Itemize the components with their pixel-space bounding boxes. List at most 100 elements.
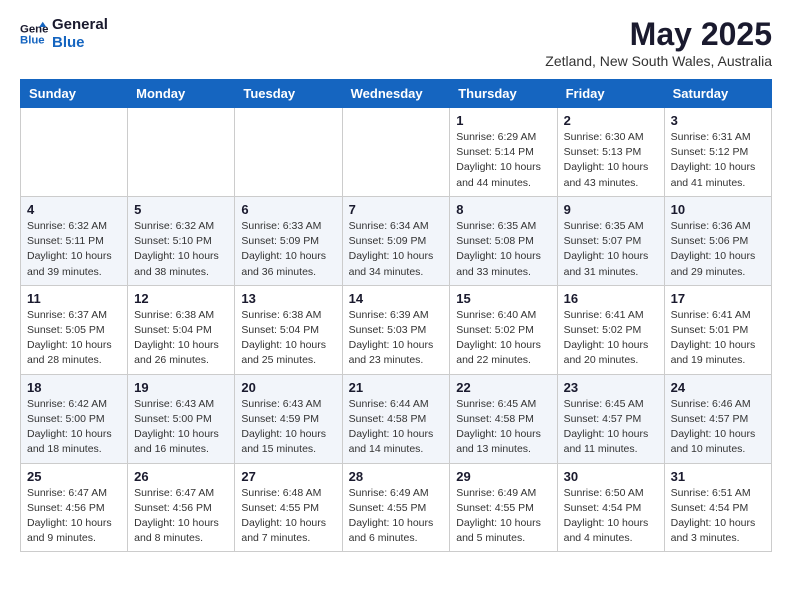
day-info: Sunrise: 6:38 AM Sunset: 5:04 PM Dayligh… [134,308,228,369]
week-row-4: 18Sunrise: 6:42 AM Sunset: 5:00 PM Dayli… [21,374,772,463]
day-number: 13 [241,291,335,306]
day-number: 30 [564,469,658,484]
day-info: Sunrise: 6:33 AM Sunset: 5:09 PM Dayligh… [241,219,335,280]
logo: General Blue General Blue [20,16,108,52]
day-number: 28 [349,469,444,484]
day-number: 29 [456,469,550,484]
day-number: 15 [456,291,550,306]
calendar-cell: 7Sunrise: 6:34 AM Sunset: 5:09 PM Daylig… [342,196,450,285]
calendar-cell: 1 Sunrise: 6:29 AM Sunset: 5:14 PM Daylig… [450,108,557,197]
day-number: 12 [134,291,228,306]
day-number: 23 [564,380,658,395]
day-info: Sunrise: 6:45 AM Sunset: 4:57 PM Dayligh… [564,397,658,458]
day-number: 8 [456,202,550,217]
day-info: Sunrise: 6:43 AM Sunset: 5:00 PM Dayligh… [134,397,228,458]
calendar-cell: 5Sunrise: 6:32 AM Sunset: 5:10 PM Daylig… [128,196,235,285]
day-info: Sunrise: 6:47 AM Sunset: 4:56 PM Dayligh… [134,486,228,547]
week-row-3: 11 Sunrise: 6:37 AM Sunset: 5:05 PM Dayli… [21,285,772,374]
day-info: Sunrise: 6:42 AM Sunset: 5:00 PM Dayligh… [27,397,121,458]
calendar-cell: 19 Sunrise: 6:43 AM Sunset: 5:00 PM Dayli… [128,374,235,463]
day-info: Sunrise: 6:37 AM Sunset: 5:05 PM Dayligh… [27,308,121,369]
calendar-cell: 12 Sunrise: 6:38 AM Sunset: 5:04 PM Dayli… [128,285,235,374]
calendar-cell: 9Sunrise: 6:35 AM Sunset: 5:07 PM Daylig… [557,196,664,285]
day-info: Sunrise: 6:45 AM Sunset: 4:58 PM Dayligh… [456,397,550,458]
day-info: Sunrise: 6:29 AM Sunset: 5:14 PM Dayligh… [456,130,550,191]
calendar-cell [21,108,128,197]
calendar-cell: 2Sunrise: 6:30 AM Sunset: 5:13 PM Daylig… [557,108,664,197]
calendar-cell: 28 Sunrise: 6:49 AM Sunset: 4:55 PM Dayli… [342,463,450,552]
calendar-cell: 23 Sunrise: 6:45 AM Sunset: 4:57 PM Dayli… [557,374,664,463]
day-number: 2 [564,113,658,128]
calendar-cell: 24Sunrise: 6:46 AM Sunset: 4:57 PM Dayli… [664,374,771,463]
calendar-cell: 17 Sunrise: 6:41 AM Sunset: 5:01 PM Dayli… [664,285,771,374]
week-row-1: 1 Sunrise: 6:29 AM Sunset: 5:14 PM Daylig… [21,108,772,197]
calendar-cell: 8 Sunrise: 6:35 AM Sunset: 5:08 PM Daylig… [450,196,557,285]
day-number: 26 [134,469,228,484]
day-number: 11 [27,291,121,306]
day-info: Sunrise: 6:46 AM Sunset: 4:57 PM Dayligh… [671,397,765,458]
calendar-table: SundayMondayTuesdayWednesdayThursdayFrid… [20,79,772,552]
calendar-cell: 22 Sunrise: 6:45 AM Sunset: 4:58 PM Dayli… [450,374,557,463]
day-number: 17 [671,291,765,306]
day-info: Sunrise: 6:32 AM Sunset: 5:11 PM Dayligh… [27,219,121,280]
calendar-cell: 18Sunrise: 6:42 AM Sunset: 5:00 PM Dayli… [21,374,128,463]
day-info: Sunrise: 6:32 AM Sunset: 5:10 PM Dayligh… [134,219,228,280]
day-info: Sunrise: 6:48 AM Sunset: 4:55 PM Dayligh… [241,486,335,547]
day-info: Sunrise: 6:34 AM Sunset: 5:09 PM Dayligh… [349,219,444,280]
day-info: Sunrise: 6:41 AM Sunset: 5:01 PM Dayligh… [671,308,765,369]
logo-general: General [52,16,108,33]
calendar-cell: 21Sunrise: 6:44 AM Sunset: 4:58 PM Dayli… [342,374,450,463]
day-info: Sunrise: 6:41 AM Sunset: 5:02 PM Dayligh… [564,308,658,369]
day-info: Sunrise: 6:49 AM Sunset: 4:55 PM Dayligh… [349,486,444,547]
day-number: 19 [134,380,228,395]
calendar-cell: 13Sunrise: 6:38 AM Sunset: 5:04 PM Dayli… [235,285,342,374]
day-number: 3 [671,113,765,128]
day-info: Sunrise: 6:50 AM Sunset: 4:54 PM Dayligh… [564,486,658,547]
location-title: Zetland, New South Wales, Australia [545,53,772,69]
calendar-cell: 10Sunrise: 6:36 AM Sunset: 5:06 PM Dayli… [664,196,771,285]
weekday-header-wednesday: Wednesday [342,80,450,108]
calendar-cell [128,108,235,197]
calendar-cell [342,108,450,197]
weekday-header-monday: Monday [128,80,235,108]
day-info: Sunrise: 6:43 AM Sunset: 4:59 PM Dayligh… [241,397,335,458]
logo-blue: Blue [52,34,85,51]
calendar-cell: 15 Sunrise: 6:40 AM Sunset: 5:02 PM Dayli… [450,285,557,374]
day-number: 20 [241,380,335,395]
calendar-cell: 29 Sunrise: 6:49 AM Sunset: 4:55 PM Dayli… [450,463,557,552]
calendar-cell: 27 Sunrise: 6:48 AM Sunset: 4:55 PM Dayli… [235,463,342,552]
calendar-cell: 3 Sunrise: 6:31 AM Sunset: 5:12 PM Daylig… [664,108,771,197]
logo-icon: General Blue [20,20,48,48]
day-number: 6 [241,202,335,217]
day-info: Sunrise: 6:40 AM Sunset: 5:02 PM Dayligh… [456,308,550,369]
day-number: 27 [241,469,335,484]
day-info: Sunrise: 6:51 AM Sunset: 4:54 PM Dayligh… [671,486,765,547]
day-number: 25 [27,469,121,484]
day-number: 4 [27,202,121,217]
day-number: 16 [564,291,658,306]
day-number: 9 [564,202,658,217]
day-info: Sunrise: 6:36 AM Sunset: 5:06 PM Dayligh… [671,219,765,280]
weekday-header-sunday: Sunday [21,80,128,108]
calendar-cell: 14 Sunrise: 6:39 AM Sunset: 5:03 PM Dayli… [342,285,450,374]
day-info: Sunrise: 6:47 AM Sunset: 4:56 PM Dayligh… [27,486,121,547]
day-info: Sunrise: 6:35 AM Sunset: 5:08 PM Dayligh… [456,219,550,280]
day-info: Sunrise: 6:49 AM Sunset: 4:55 PM Dayligh… [456,486,550,547]
weekday-header-friday: Friday [557,80,664,108]
title-area: May 2025 Zetland, New South Wales, Austr… [545,16,772,69]
day-number: 22 [456,380,550,395]
day-info: Sunrise: 6:39 AM Sunset: 5:03 PM Dayligh… [349,308,444,369]
weekday-header-row: SundayMondayTuesdayWednesdayThursdayFrid… [21,80,772,108]
day-number: 14 [349,291,444,306]
calendar-cell: 6 Sunrise: 6:33 AM Sunset: 5:09 PM Daylig… [235,196,342,285]
day-number: 1 [456,113,550,128]
day-info: Sunrise: 6:44 AM Sunset: 4:58 PM Dayligh… [349,397,444,458]
week-row-2: 4 Sunrise: 6:32 AM Sunset: 5:11 PM Daylig… [21,196,772,285]
calendar-cell: 26 Sunrise: 6:47 AM Sunset: 4:56 PM Dayli… [128,463,235,552]
header: General Blue General Blue May 2025 Zetla… [20,16,772,69]
calendar-cell: 4 Sunrise: 6:32 AM Sunset: 5:11 PM Daylig… [21,196,128,285]
calendar-cell: 20 Sunrise: 6:43 AM Sunset: 4:59 PM Dayli… [235,374,342,463]
calendar-cell: 11 Sunrise: 6:37 AM Sunset: 5:05 PM Dayli… [21,285,128,374]
svg-text:Blue: Blue [20,35,45,47]
day-info: Sunrise: 6:31 AM Sunset: 5:12 PM Dayligh… [671,130,765,191]
